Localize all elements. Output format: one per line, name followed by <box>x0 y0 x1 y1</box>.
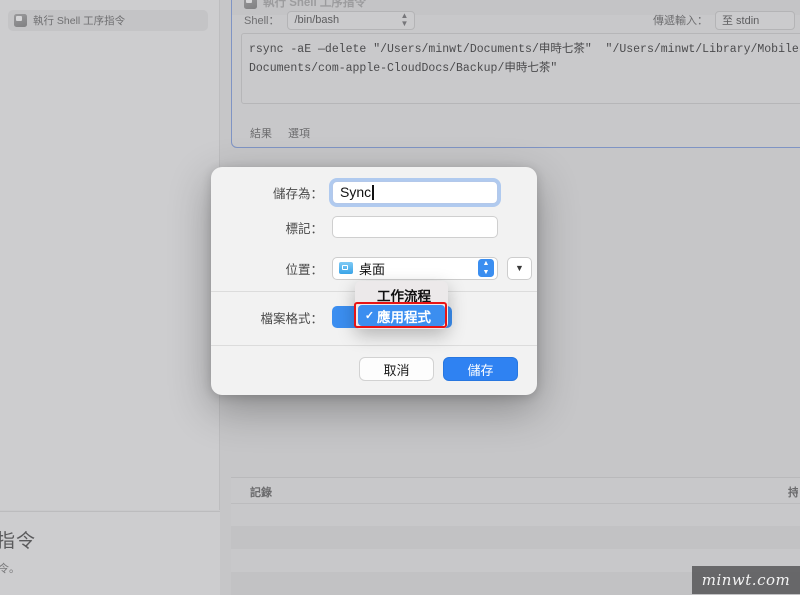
sidebar-item-label: 執行 Shell 工序指令 <box>33 15 126 27</box>
location-label: 位置： <box>285 262 323 277</box>
sidebar-item-run-shell-script[interactable]: 執行 Shell 工序指令 <box>8 10 208 31</box>
blue-folder-icon <box>339 262 353 274</box>
tags-input[interactable] <box>332 216 498 238</box>
location-select-value: 桌面 <box>359 261 386 277</box>
menu-item-label: 應用程式 <box>377 309 431 325</box>
expand-browser-button[interactable]: ▼ <box>507 256 532 280</box>
tab-options[interactable]: 選項 <box>288 125 310 141</box>
action-card-tabs: 結果 選項 <box>250 125 310 141</box>
action-description-body: 序指令。 <box>0 563 20 575</box>
stepper-down-glyph: ▼ <box>482 269 490 276</box>
chevron-updown-icon: ▲ ▼ <box>400 11 409 28</box>
shell-label: Shell： <box>244 15 280 27</box>
log-row <box>231 526 800 549</box>
chevron-updown-icon[interactable]: ▲ ▼ <box>478 259 494 277</box>
save-as-row: 儲存為： Sync <box>211 176 537 208</box>
tab-results[interactable]: 結果 <box>250 125 272 141</box>
tags-row: 標記： <box>211 212 537 242</box>
sidebar: 執行 Shell 工序指令 <box>0 0 220 510</box>
sheet-button-group: 取消 儲存 <box>359 357 518 381</box>
location-row: 位置： 桌面 ▲ ▼ ▼ <box>211 252 537 284</box>
shell-script-textarea[interactable]: rsync -aE —delete "/Users/minwt/Document… <box>241 33 800 104</box>
log-column-header-record: 記錄 <box>250 487 272 499</box>
save-as-label: 儲存為： <box>272 186 323 201</box>
script-app-icon <box>14 14 27 27</box>
watermark: minwt.com <box>692 566 800 594</box>
divider <box>211 345 537 346</box>
shell-settings-row: Shell： /bin/bash ▲ ▼ 傳遞輸入： 至 stdin <box>244 9 795 31</box>
location-select[interactable]: 桌面 ▲ ▼ <box>332 256 498 280</box>
tags-label: 標記： <box>285 221 323 236</box>
file-format-label: 檔案格式： <box>260 311 323 326</box>
cancel-button[interactable]: 取消 <box>359 357 434 381</box>
pass-input-select[interactable]: 至 stdin <box>715 10 795 30</box>
action-description-title: 序指令 <box>0 531 37 552</box>
log-row <box>231 503 800 526</box>
pass-input-group: 傳遞輸入： 至 stdin <box>653 10 795 30</box>
pass-input-select-value: 至 stdin <box>722 15 760 27</box>
log-column-header-duration: 持 <box>788 487 798 499</box>
log-pane-header: 記錄 持 <box>231 478 800 504</box>
shell-select-value: /bin/bash <box>294 14 340 26</box>
save-as-input-value: Sync <box>340 184 372 200</box>
action-description-panel: 序指令 序指令。 <box>0 511 220 595</box>
watermark-text: minwt.com <box>701 571 791 589</box>
save-as-input[interactable]: Sync <box>332 180 498 204</box>
menu-item-application[interactable]: ✓ 應用程式 <box>358 305 445 326</box>
script-app-icon <box>244 0 257 9</box>
checkmark-icon: ✓ <box>364 310 375 322</box>
shell-select[interactable]: /bin/bash ▲ ▼ <box>287 10 416 30</box>
menu-item-label: 工作流程 <box>377 288 431 304</box>
text-caret <box>372 184 374 200</box>
pass-input-label: 傳遞輸入： <box>653 15 708 27</box>
save-button[interactable]: 儲存 <box>443 357 518 381</box>
file-format-menu: 工作流程 ✓ 應用程式 <box>355 281 448 329</box>
action-card-run-shell-script[interactable]: 執行 Shell 工序指令 Shell： /bin/bash ▲ ▼ 傳遞輸入： … <box>231 0 800 148</box>
stepper-up-glyph: ▲ <box>482 260 490 267</box>
menu-item-workflow[interactable]: 工作流程 <box>358 284 445 305</box>
